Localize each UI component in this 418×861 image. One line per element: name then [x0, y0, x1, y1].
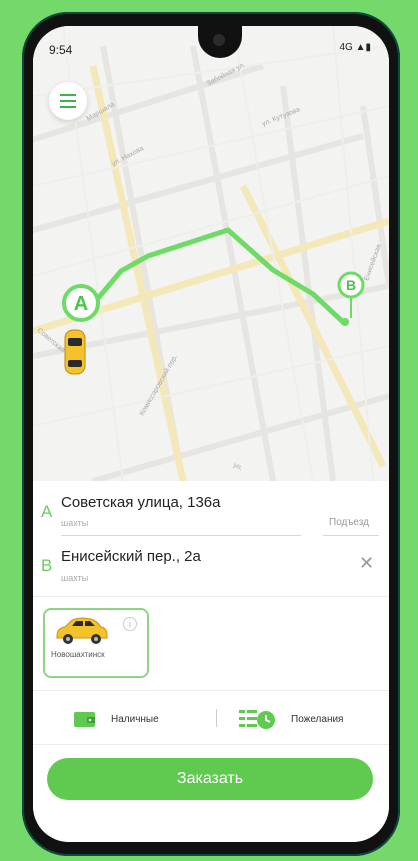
from-underline [61, 535, 301, 536]
signal-icon: 4G ▲▮ [339, 42, 371, 53]
street-label: Енисейская [362, 243, 383, 282]
divider [33, 744, 389, 745]
from-letter: A [41, 502, 53, 521]
from-sub: шахты [61, 518, 89, 528]
taxi-side-icon [56, 617, 108, 644]
network-type: 4G [339, 42, 353, 53]
entrance-field[interactable]: Подъезд [329, 517, 369, 528]
payment-method-label: Наличные [111, 713, 159, 725]
wishes-clock-icon [239, 710, 275, 729]
clear-destination-icon[interactable]: ✕ [359, 553, 374, 574]
wishes-button[interactable]: Пожелания [237, 704, 343, 734]
entrance-underline [323, 535, 379, 536]
map-view[interactable]: Забойная ул. Маршала ул. Кутузова ул. На… [33, 26, 389, 484]
payment-method-button[interactable]: Наличные [73, 704, 159, 734]
to-sub: шахты [61, 573, 89, 583]
tariff-card[interactable]: i Новошахтинск [43, 608, 149, 678]
info-icon[interactable]: i [123, 617, 137, 631]
wallet-icon [74, 712, 95, 727]
hamburger-icon [60, 92, 76, 110]
marker-a-label: A [74, 293, 88, 315]
street-label: ул. Кутузова [261, 106, 301, 128]
payment-divider [216, 709, 217, 727]
camera-icon [213, 34, 225, 46]
wishes-label: Пожелания [291, 713, 344, 725]
route-end-dot [341, 318, 349, 326]
app-screen: Забойная ул. Маршала ул. Кутузова ул. На… [33, 26, 389, 842]
taxi-car-icon [64, 329, 86, 375]
street-label: ул. [232, 462, 244, 473]
map-canvas: Забойная ул. Маршала ул. Кутузова ул. На… [33, 26, 389, 484]
phone-frame: Забойная ул. Маршала ул. Кутузова ул. На… [22, 12, 400, 856]
from-address[interactable]: Советская улица, 136а [61, 494, 221, 511]
divider [33, 690, 389, 691]
divider [33, 596, 389, 597]
marker-b-label: B [346, 277, 356, 293]
to-address[interactable]: Енисейский пер., 2а [61, 548, 201, 565]
menu-button[interactable] [49, 82, 87, 120]
to-letter: B [41, 556, 53, 575]
tariff-name: Новошахтинск [51, 650, 105, 659]
status-time: 9:54 [49, 43, 73, 57]
order-button[interactable]: Заказать [47, 758, 373, 800]
